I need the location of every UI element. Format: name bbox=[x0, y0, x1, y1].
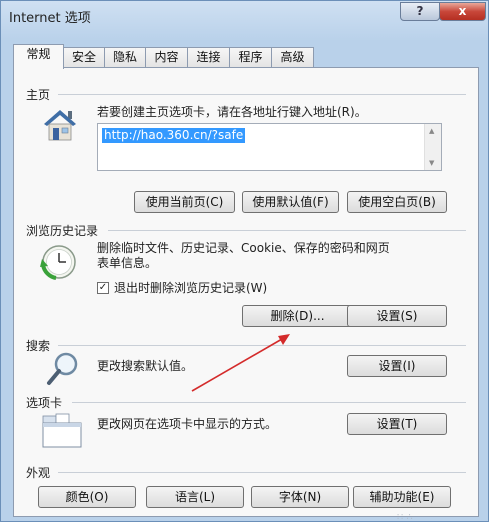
scroll-up-icon[interactable]: ▲ bbox=[429, 127, 434, 135]
homepage-url-scrollbar[interactable]: ▲ ▼ bbox=[424, 124, 441, 170]
general-tab-panel: 主页 若要创建主页选项卡，请在各地址行键入地址(R)。 http://hao.3… bbox=[13, 67, 479, 517]
tabs-description: 更改网页在选项卡中显示的方式。 bbox=[97, 417, 278, 431]
use-blank-button[interactable]: 使用空白页(B) bbox=[347, 191, 447, 213]
scroll-down-icon[interactable]: ▼ bbox=[429, 159, 434, 167]
annotation-arrow-icon bbox=[191, 334, 290, 392]
homepage-url-field[interactable]: http://hao.360.cn/?safe ▲ ▼ bbox=[97, 123, 442, 171]
accessibility-button[interactable]: 辅助功能(E) bbox=[353, 486, 451, 508]
tabs-section-title: 选项卡 bbox=[26, 396, 63, 410]
homepage-description: 若要创建主页选项卡，请在各地址行键入地址(R)。 bbox=[97, 105, 367, 119]
history-divider bbox=[108, 230, 466, 231]
tab-connections[interactable]: 连接 bbox=[187, 47, 230, 67]
tabs-settings-button[interactable]: 设置(T) bbox=[347, 413, 447, 435]
delete-on-exit-checkbox[interactable]: ✓ bbox=[97, 282, 109, 294]
svg-text:∷ ∴: ∷ ∴ bbox=[397, 512, 413, 523]
tab-advanced[interactable]: 高级 bbox=[271, 47, 314, 67]
appearance-section-title: 外观 bbox=[26, 466, 51, 480]
history-section-title: 浏览历史记录 bbox=[26, 224, 99, 238]
history-clock-icon bbox=[40, 245, 76, 280]
fonts-button[interactable]: 字体(N) bbox=[251, 486, 349, 508]
tabbed-window-icon bbox=[42, 413, 82, 448]
appearance-divider bbox=[58, 472, 466, 473]
homepage-divider bbox=[58, 94, 466, 95]
home-icon bbox=[44, 110, 76, 141]
window-title: Internet 选项 bbox=[9, 11, 91, 26]
tabs-divider bbox=[72, 402, 466, 403]
colors-button[interactable]: 颜色(O) bbox=[38, 486, 136, 508]
homepage-url-value: http://hao.360.cn/?safe bbox=[102, 128, 246, 143]
history-settings-button[interactable]: 设置(S) bbox=[347, 305, 447, 327]
languages-button[interactable]: 语言(L) bbox=[146, 486, 244, 508]
tab-programs[interactable]: 程序 bbox=[229, 47, 272, 67]
tab-security[interactable]: 安全 bbox=[63, 47, 105, 67]
internet-options-window: Internet 选项 ? x 常规 安全 隐私 内容 连接 程序 高级 主页 … bbox=[0, 0, 489, 523]
delete-on-exit-label[interactable]: 退出时删除浏览历史记录(W) bbox=[114, 281, 267, 296]
watermark-icon: ∷ ∴ bbox=[397, 512, 413, 523]
close-button[interactable]: x bbox=[439, 2, 486, 21]
history-description-line1: 删除临时文件、历史记录、Cookie、保存的密码和网页 bbox=[97, 241, 390, 255]
magnifier-icon bbox=[47, 352, 78, 385]
search-description: 更改搜索默认值。 bbox=[97, 359, 194, 373]
tab-privacy[interactable]: 隐私 bbox=[104, 47, 146, 67]
help-button[interactable]: ? bbox=[400, 2, 440, 21]
use-default-button[interactable]: 使用默认值(F) bbox=[242, 191, 339, 213]
history-description-line2: 表单信息。 bbox=[97, 256, 158, 270]
title-bar: Internet 选项 ? x bbox=[1, 1, 488, 31]
tab-content[interactable]: 内容 bbox=[145, 47, 188, 67]
use-current-page-button[interactable]: 使用当前页(C) bbox=[134, 191, 235, 213]
tab-general[interactable]: 常规 bbox=[13, 44, 64, 69]
search-settings-button[interactable]: 设置(I) bbox=[347, 355, 447, 377]
homepage-section-title: 主页 bbox=[26, 88, 51, 102]
history-description: 删除临时文件、历史记录、Cookie、保存的密码和网页 表单信息。 bbox=[97, 241, 390, 271]
